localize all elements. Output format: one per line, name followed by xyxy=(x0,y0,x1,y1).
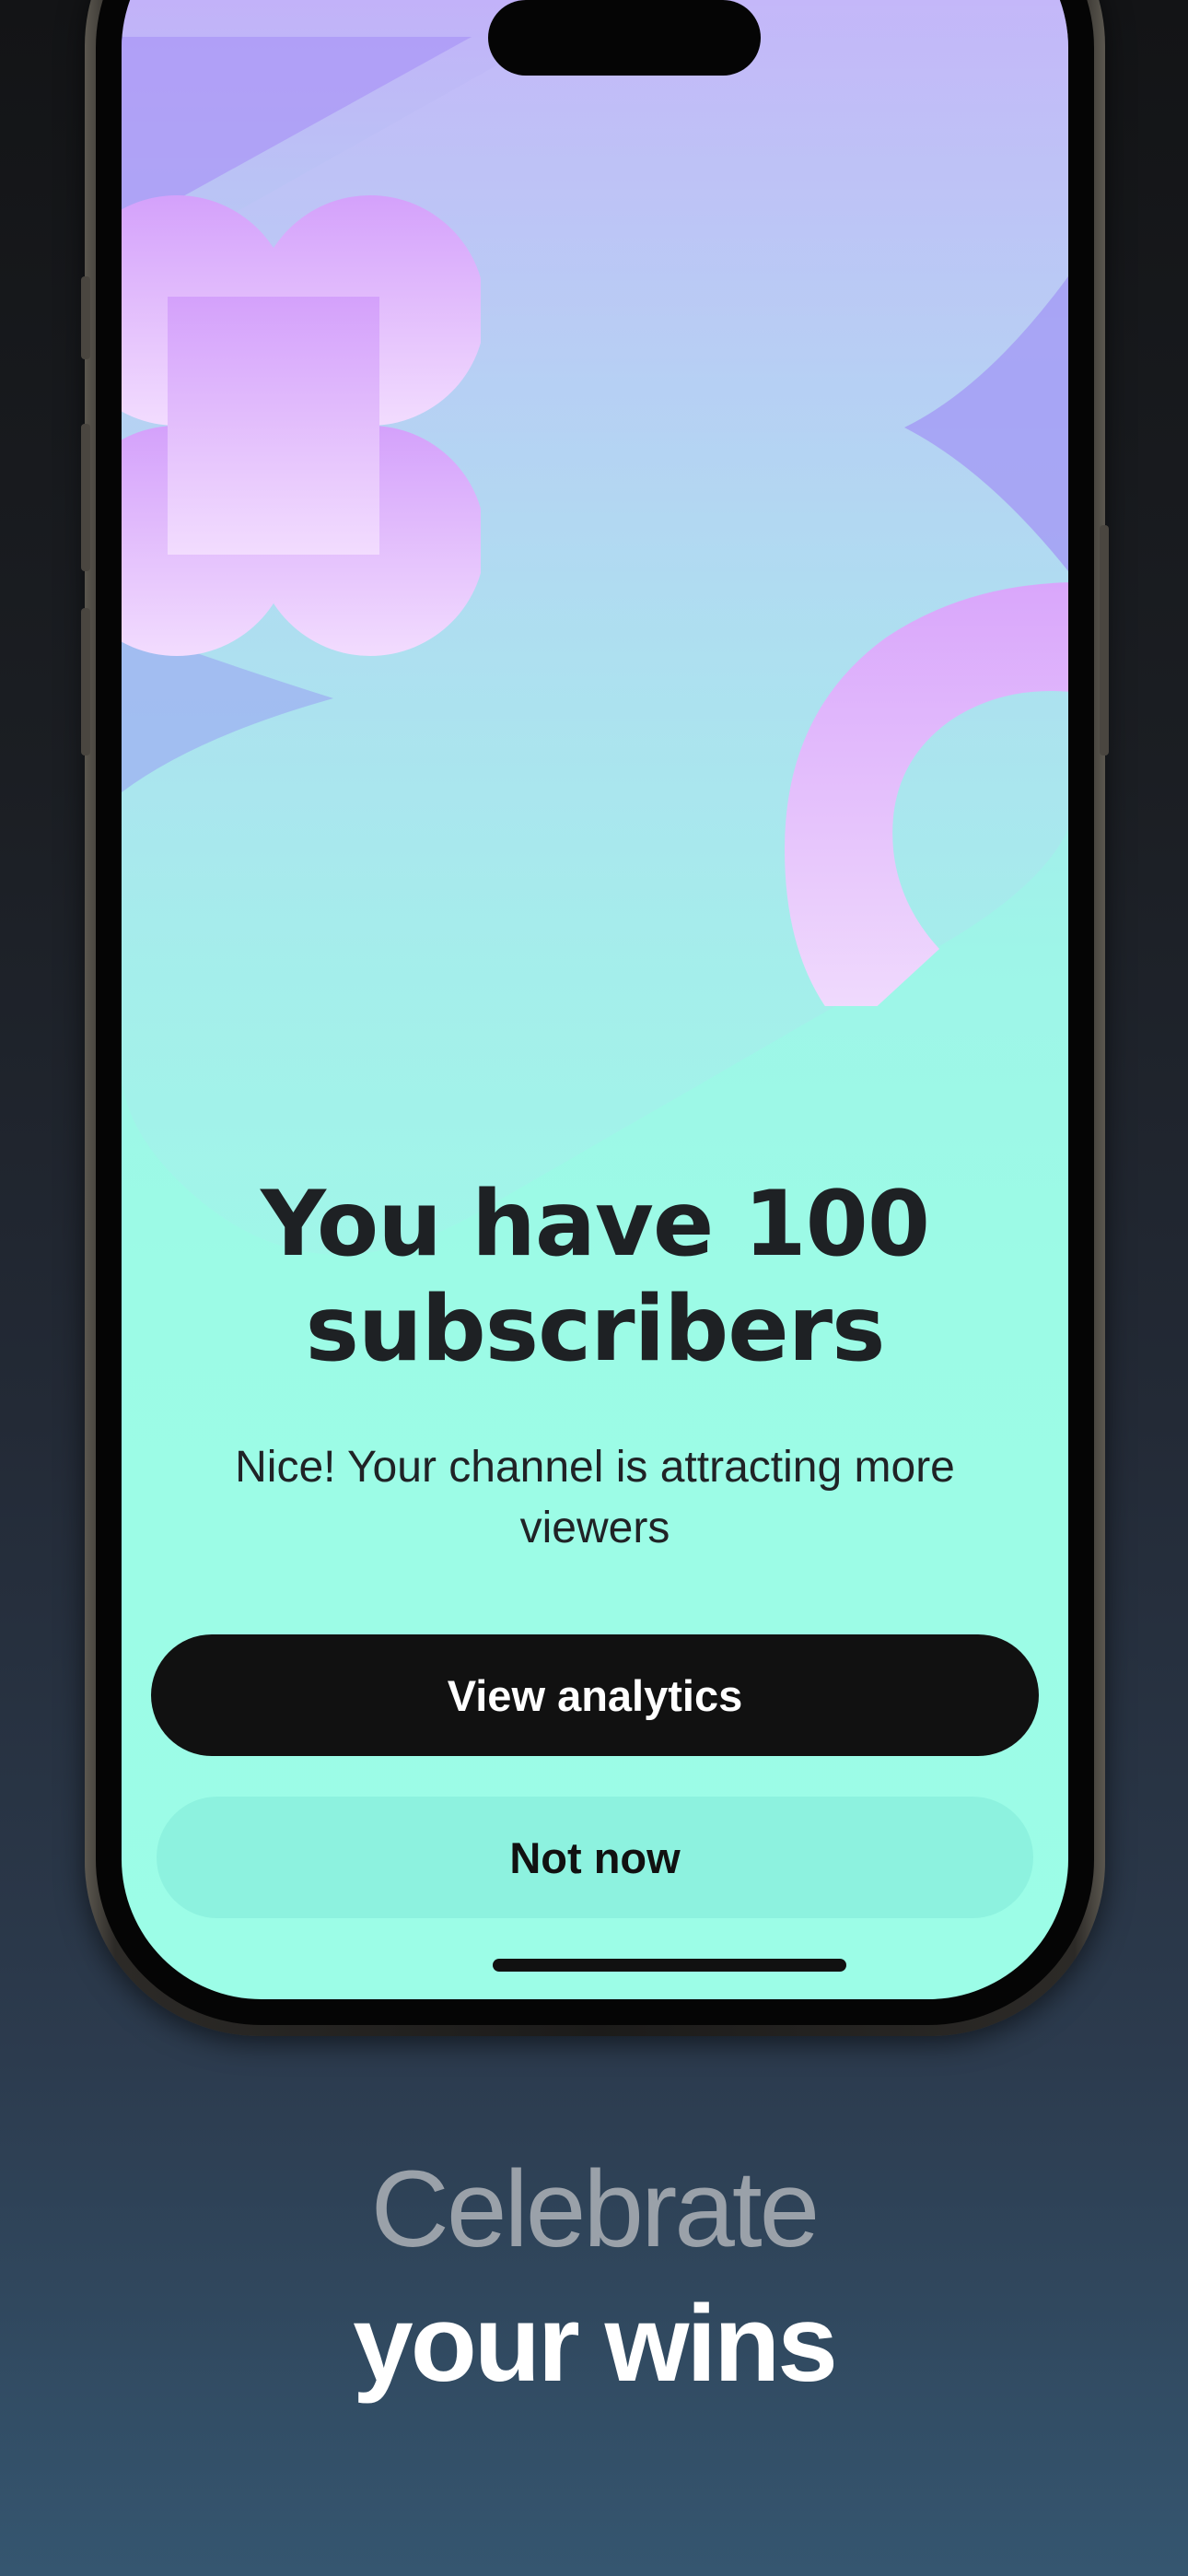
action-button xyxy=(81,276,90,359)
view-analytics-button[interactable]: View analytics xyxy=(151,1634,1039,1756)
arc-shape xyxy=(785,582,1068,1006)
power-button xyxy=(1100,525,1109,755)
milestone-message: Nice! Your channel is attracting more vi… xyxy=(235,1443,955,1552)
dynamic-island xyxy=(488,0,761,76)
promo-caption-line-2: your wins xyxy=(353,2283,838,2405)
home-indicator[interactable] xyxy=(493,1959,846,1972)
phone-frame: You have 100 subscribers Nice! Your chan… xyxy=(81,0,1109,2036)
headline-line-1: You have 100 xyxy=(260,1172,930,1277)
not-now-button[interactable]: Not now xyxy=(157,1797,1033,1918)
app-screen: You have 100 subscribers Nice! Your chan… xyxy=(122,0,1068,1999)
headline-line-2: subscribers xyxy=(305,1277,886,1382)
volume-up-button xyxy=(81,424,90,571)
milestone-headline: You have 100 subscribers xyxy=(122,1172,1068,1382)
promo-caption-line-1: Celebrate xyxy=(370,2149,821,2270)
plus-cross-shape xyxy=(122,195,481,656)
volume-down-button xyxy=(81,608,90,755)
